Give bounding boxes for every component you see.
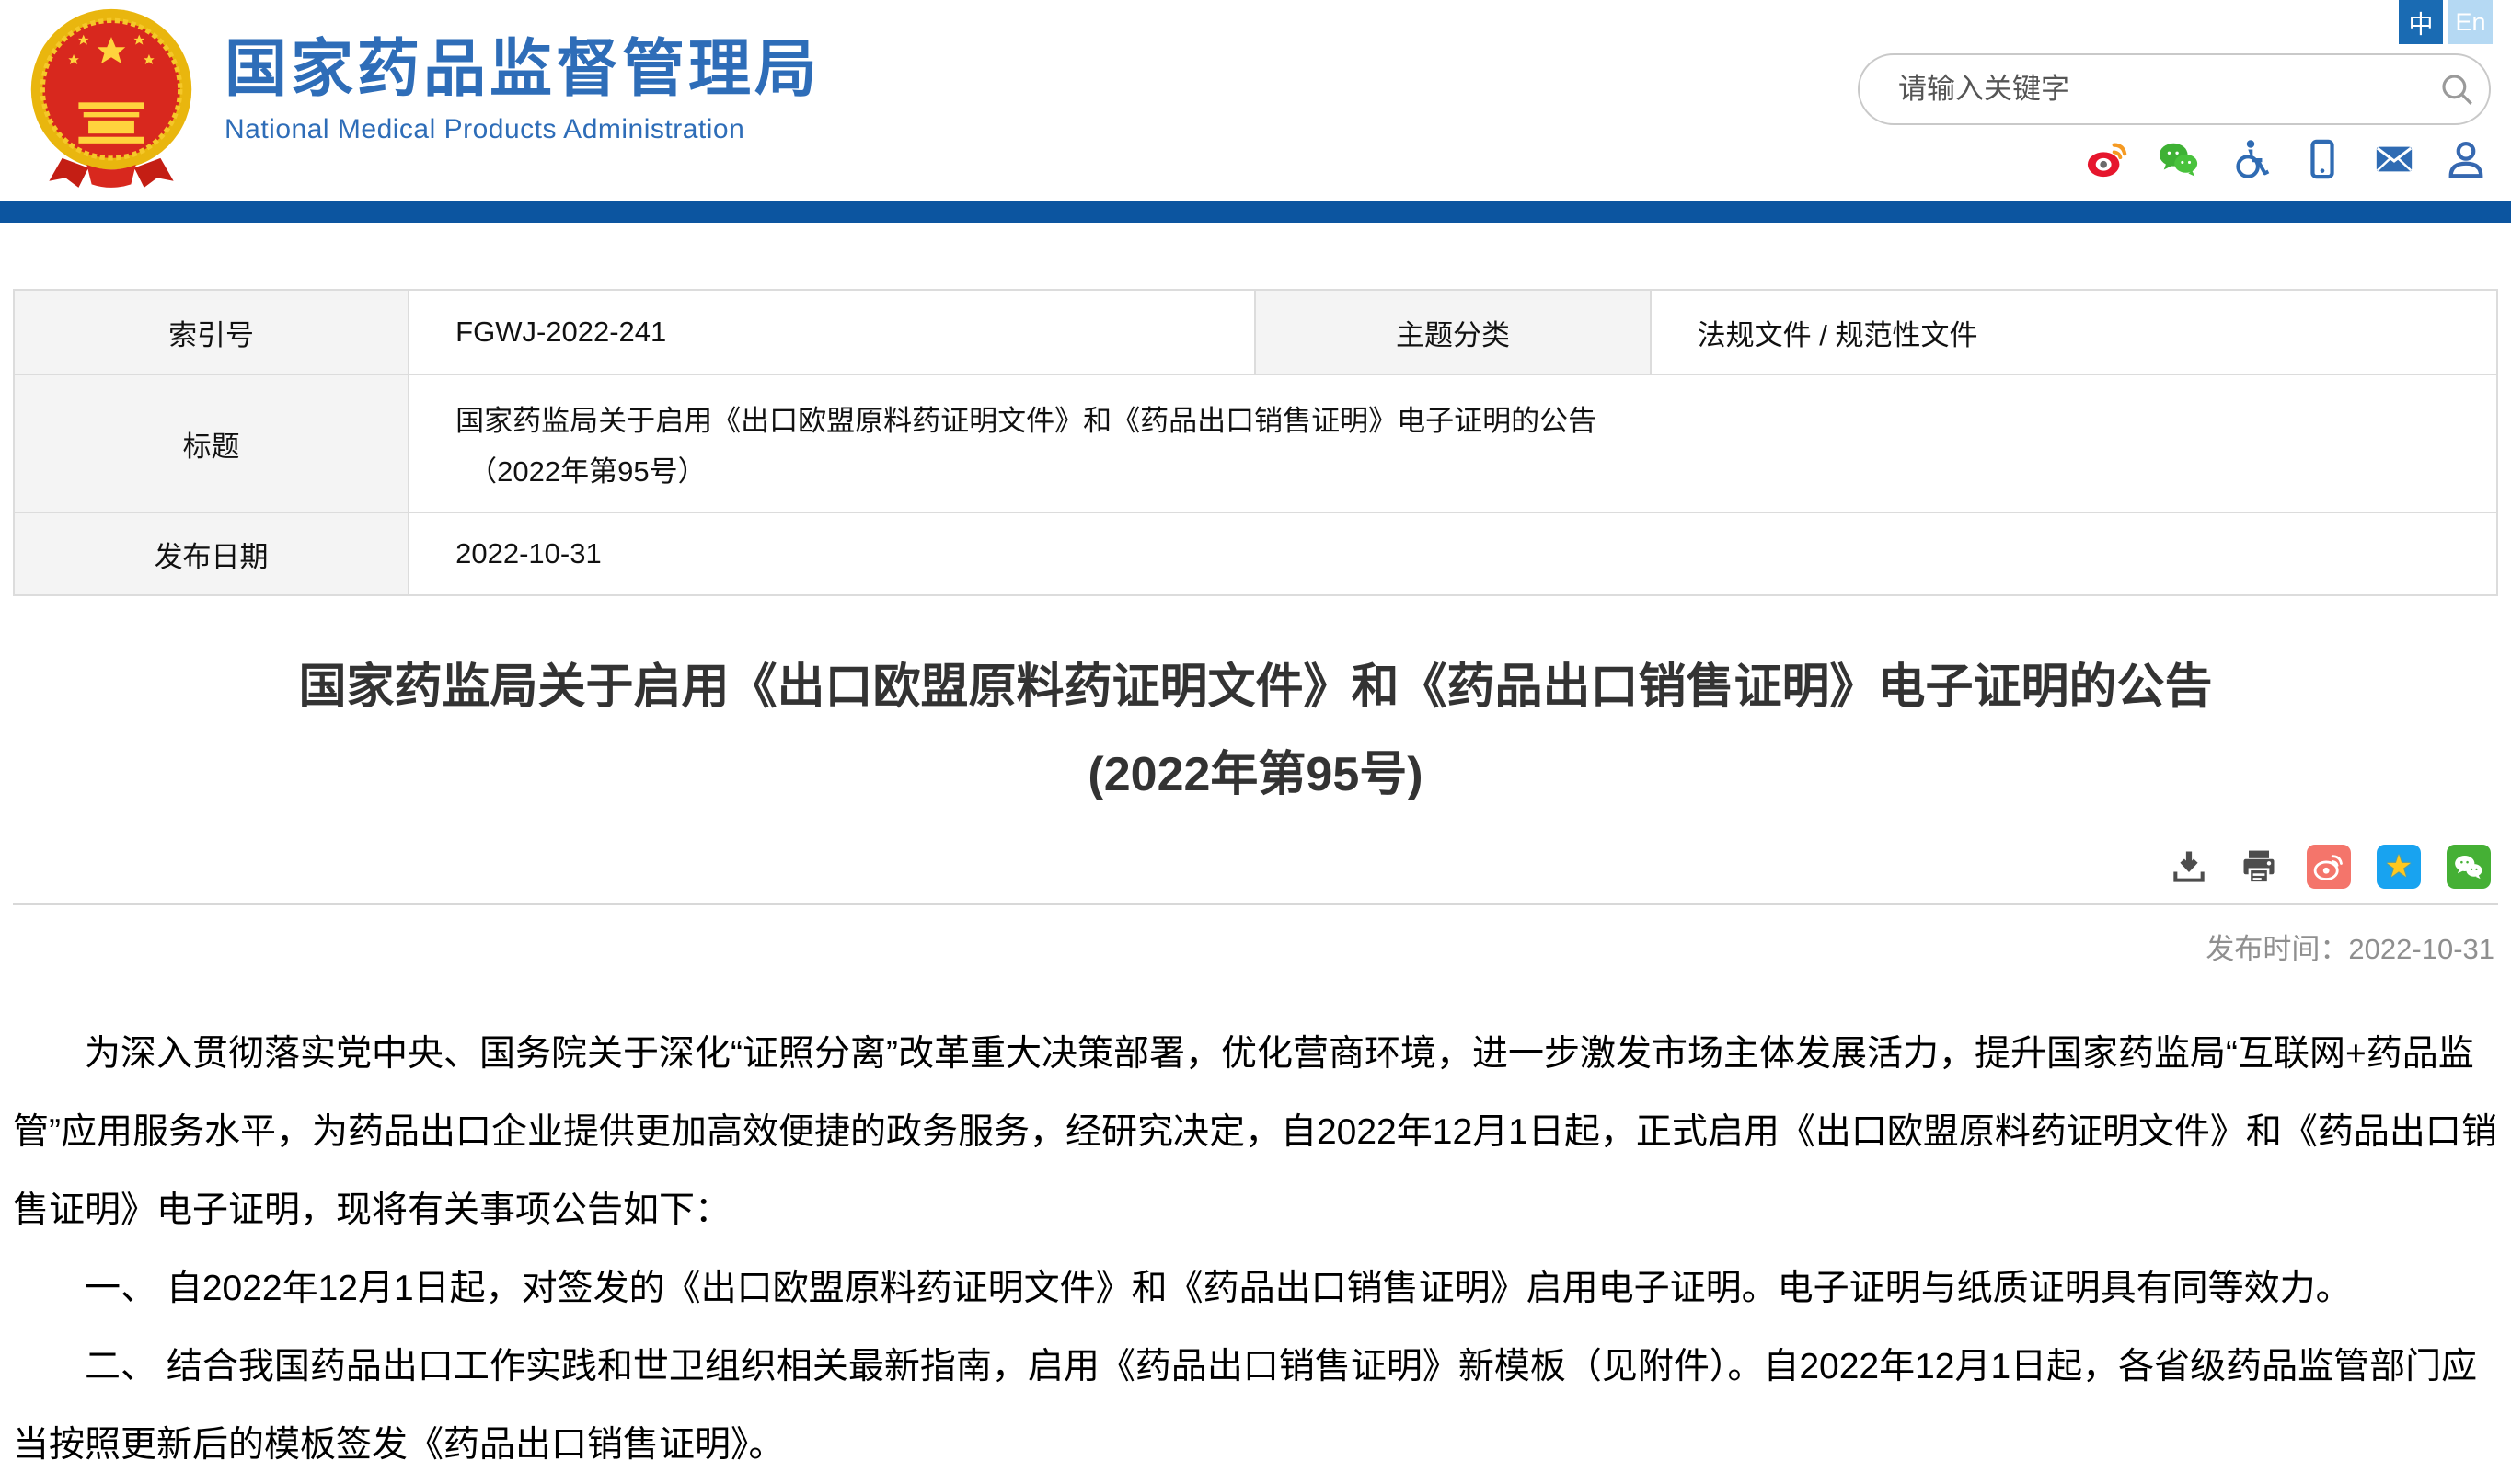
table-row: 标题 国家药监局关于启用《出口欧盟原料药证明文件》和《药品出口销售证明》电子证明… bbox=[14, 374, 2497, 512]
wechat-share-icon bbox=[2453, 851, 2484, 882]
share-weibo-button[interactable] bbox=[2307, 845, 2351, 889]
document-title-line1: 国家药监局关于启用《出口欧盟原料药证明文件》和《药品出口销售证明》电子证明的公告 bbox=[13, 644, 2498, 731]
meta-value-category: 法规文件 / 规范性文件 bbox=[1651, 290, 2497, 374]
site-subtitle: National Medical Products Administration bbox=[225, 114, 821, 145]
share-wechat-button[interactable] bbox=[2447, 845, 2491, 889]
meta-label-date: 发布日期 bbox=[14, 512, 409, 595]
document-title: 国家药监局关于启用《出口欧盟原料药证明文件》和《药品出口销售证明》电子证明的公告… bbox=[13, 644, 2498, 819]
publish-time-value: 2022-10-31 bbox=[2348, 933, 2494, 965]
meta-value-index: FGWJ-2022-241 bbox=[409, 290, 1255, 374]
mobile-icon[interactable] bbox=[2301, 138, 2344, 180]
user-icon[interactable] bbox=[2445, 138, 2487, 180]
weibo-share-icon bbox=[2313, 851, 2344, 882]
publish-time: 发布时间：2022-10-31 bbox=[13, 926, 2498, 967]
wechat-icon[interactable] bbox=[2158, 138, 2200, 180]
national-emblem-logo[interactable] bbox=[29, 7, 193, 188]
lang-en-button[interactable]: En bbox=[2448, 0, 2493, 44]
header-icon-strip bbox=[2086, 138, 2487, 180]
publish-time-label: 发布时间： bbox=[2206, 933, 2348, 965]
site-header: 国家药品监督管理局 National Medical Products Admi… bbox=[0, 0, 2511, 201]
search-input[interactable] bbox=[1860, 73, 2425, 106]
logo-area: 国家药品监督管理局 National Medical Products Admi… bbox=[29, 7, 821, 188]
weibo-icon[interactable] bbox=[2086, 138, 2128, 180]
qzone-star-icon: ★ bbox=[2385, 848, 2413, 885]
article-tools: ★ bbox=[13, 845, 2498, 889]
meta-value-date: 2022-10-31 bbox=[409, 512, 2497, 595]
meta-label-title: 标题 bbox=[14, 374, 409, 512]
title-divider bbox=[13, 903, 2498, 905]
page-content: 索引号 FGWJ-2022-241 主题分类 法规文件 / 规范性文件 标题 国… bbox=[0, 289, 2511, 1484]
paragraph: 二、 结合我国药品出口工作实践和世卫组织相关最新指南，启用《药品出口销售证明》新… bbox=[13, 1328, 2498, 1484]
download-icon bbox=[2169, 846, 2209, 887]
share-qzone-button[interactable]: ★ bbox=[2377, 845, 2421, 889]
site-title[interactable]: 国家药品监督管理局 bbox=[225, 28, 821, 112]
meta-value-title: 国家药监局关于启用《出口欧盟原料药证明文件》和《药品出口销售证明》电子证明的公告… bbox=[409, 374, 2497, 512]
lang-zh-button[interactable]: 中 bbox=[2399, 0, 2443, 44]
search-icon bbox=[2437, 70, 2476, 109]
mail-icon[interactable] bbox=[2373, 138, 2415, 180]
document-title-line2: (2022年第95号) bbox=[13, 731, 2498, 819]
meta-label-category: 主题分类 bbox=[1255, 290, 1650, 374]
main-navbar bbox=[0, 201, 2511, 223]
paragraph: 为深入贯彻落实党中央、国务院关于深化“证照分离”改革重大决策部署，优化营商环境，… bbox=[13, 1015, 2498, 1249]
meta-title-line2: （2022年第95号） bbox=[455, 448, 2478, 489]
language-switch: 中 En bbox=[2399, 0, 2493, 44]
meta-label-index: 索引号 bbox=[14, 290, 409, 374]
search-button[interactable] bbox=[2425, 55, 2489, 123]
site-title-block: 国家药品监督管理局 National Medical Products Admi… bbox=[225, 7, 821, 145]
table-row: 索引号 FGWJ-2022-241 主题分类 法规文件 / 规范性文件 bbox=[14, 290, 2497, 374]
print-icon bbox=[2239, 846, 2279, 887]
search-box bbox=[1858, 53, 2491, 125]
download-button[interactable] bbox=[2167, 845, 2211, 889]
meta-title-line1: 国家药监局关于启用《出口欧盟原料药证明文件》和《药品出口销售证明》电子证明的公告 bbox=[455, 397, 2478, 439]
table-row: 发布日期 2022-10-31 bbox=[14, 512, 2497, 595]
accessibility-icon[interactable] bbox=[2229, 138, 2272, 180]
print-button[interactable] bbox=[2237, 845, 2281, 889]
paragraph: 一、 自2022年12月1日起，对签发的《出口欧盟原料药证明文件》和《药品出口销… bbox=[13, 1249, 2498, 1328]
document-meta-table: 索引号 FGWJ-2022-241 主题分类 法规文件 / 规范性文件 标题 国… bbox=[13, 289, 2498, 596]
